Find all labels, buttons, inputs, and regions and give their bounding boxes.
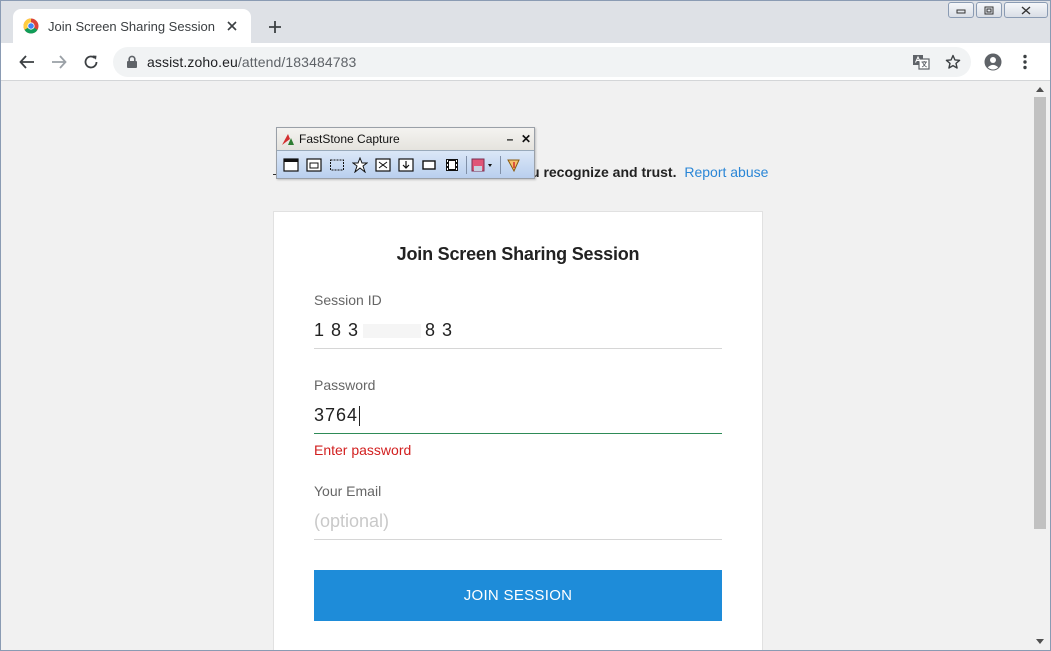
capture-window-tool[interactable] (281, 155, 301, 175)
capture-object-tool[interactable] (304, 155, 324, 175)
join-session-card: Join Screen Sharing Session Session ID 1… (273, 211, 763, 650)
faststone-title: FastStone Capture (299, 132, 400, 146)
window-capture-icon (283, 157, 299, 172)
settings-tool[interactable] (504, 155, 524, 175)
translate-button[interactable] (909, 50, 933, 74)
url-path: /attend/183484783 (237, 54, 357, 70)
text-caret (359, 406, 361, 427)
faststone-logo-icon (282, 134, 294, 145)
session-id-underline (314, 348, 722, 349)
faststone-close-button[interactable]: ✕ (518, 132, 534, 146)
close-icon (1021, 5, 1031, 15)
output-destination-tool[interactable] (470, 155, 496, 175)
lock-icon (127, 55, 137, 68)
password-error: Enter password (314, 442, 412, 458)
freehand-capture-icon (352, 156, 368, 173)
tab-title: Join Screen Sharing Session | Zoh (48, 18, 217, 34)
back-arrow-icon (19, 55, 34, 69)
session-id-start: 1 8 3 (314, 320, 360, 340)
toolbar-separator (466, 155, 467, 174)
session-id-field: Session ID 1 8 3 8 3 (314, 292, 722, 349)
email-underline (314, 539, 722, 540)
back-button[interactable] (15, 50, 39, 74)
scroll-thumb[interactable] (1034, 97, 1046, 529)
capture-rectangle-tool[interactable] (327, 155, 347, 175)
session-id-end: 8 3 (425, 320, 454, 340)
password-value: 3764 (314, 405, 359, 425)
profile-button[interactable] (981, 50, 1005, 74)
capture-scrolling-tool[interactable] (396, 155, 416, 175)
tab-strip: Join Screen Sharing Session | Zoh (1, 1, 1050, 43)
password-input[interactable]: 3764 (314, 403, 722, 427)
object-capture-icon (306, 157, 322, 172)
faststone-titlebar[interactable]: FastStone Capture – ✕ (277, 128, 534, 150)
bookmark-star-button[interactable] (941, 50, 965, 74)
faststone-tools (277, 150, 534, 178)
rectangle-capture-icon (330, 159, 344, 170)
capture-fixed-region-tool[interactable] (419, 155, 439, 175)
reload-button[interactable] (79, 50, 103, 74)
password-underline (314, 433, 722, 434)
email-placeholder: (optional) (314, 511, 390, 531)
fullscreen-capture-icon (375, 157, 391, 172)
report-abuse-link[interactable]: Report abuse (684, 164, 768, 180)
film-icon (446, 158, 458, 171)
fixed-region-icon (422, 159, 436, 170)
capture-freehand-tool[interactable] (350, 155, 370, 175)
menu-button[interactable] (1013, 50, 1037, 74)
email-input[interactable]: (optional) (314, 509, 722, 533)
account-icon (984, 53, 1002, 71)
session-id-label: Session ID (314, 292, 382, 308)
window-controls (946, 2, 1048, 18)
password-field: Password 3764 Enter password (314, 377, 722, 458)
plus-icon (269, 21, 281, 33)
scroll-down-arrow-icon[interactable] (1036, 639, 1044, 644)
translate-icon (913, 55, 930, 70)
save-dropdown-icon (471, 158, 492, 171)
join-session-button[interactable]: JOIN SESSION (314, 570, 722, 621)
minimize-window-button[interactable] (948, 2, 974, 18)
email-field: Your Email (optional) (314, 483, 722, 540)
trust-notice: u recognize and trust. Report abuse (531, 164, 768, 180)
star-icon (945, 54, 961, 69)
restore-window-button[interactable] (976, 2, 1002, 18)
url-text: assist.zoho.eu/attend/183484783 (147, 54, 356, 70)
toolbar-separator-2 (500, 155, 501, 174)
trust-notice-text: u recognize and trust. (531, 164, 677, 180)
pen-tool-icon (507, 159, 520, 172)
tab-join-session[interactable]: Join Screen Sharing Session | Zoh (13, 9, 251, 43)
scrolling-capture-icon (398, 157, 414, 172)
url-host: assist.zoho.eu (147, 54, 238, 70)
screen-record-tool[interactable] (442, 155, 462, 175)
capture-fullscreen-tool[interactable] (373, 155, 393, 175)
card-title: Join Screen Sharing Session (396, 244, 640, 264)
more-vert-icon (1023, 54, 1027, 70)
browser-toolbar: assist.zoho.eu/attend/183484783 (1, 43, 1050, 81)
browser-window: Join Screen Sharing Session | Zoh (0, 0, 1051, 651)
session-id-input[interactable]: 1 8 3 8 3 (314, 318, 722, 342)
close-window-button[interactable] (1004, 2, 1048, 18)
scroll-up-arrow-icon[interactable] (1036, 87, 1044, 92)
reload-icon (84, 55, 98, 69)
new-tab-button[interactable] (263, 15, 287, 39)
forward-arrow-icon (52, 55, 67, 69)
faststone-minimize-button[interactable]: – (502, 132, 518, 146)
address-bar[interactable]: assist.zoho.eu/attend/183484783 (113, 47, 971, 77)
vertical-scrollbar[interactable] (1031, 81, 1050, 650)
page-content: u recognize and trust. Report abuse Join… (1, 81, 1031, 650)
password-label: Password (314, 377, 376, 393)
chrome-icon (23, 18, 39, 34)
tab-close-icon[interactable] (223, 17, 241, 35)
forward-button[interactable] (47, 50, 71, 74)
faststone-capture-toolbar[interactable]: FastStone Capture – ✕ (276, 127, 535, 179)
minimize-icon (956, 9, 966, 14)
restore-icon (984, 6, 994, 14)
session-id-redacted (363, 324, 422, 339)
email-label: Your Email (314, 483, 382, 499)
